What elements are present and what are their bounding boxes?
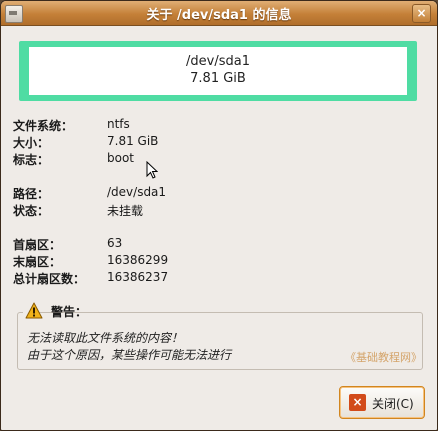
- warning-line-2: 由于这个原因，某些操作可能无法进行: [27, 348, 232, 362]
- close-button[interactable]: × 关闭(C): [339, 386, 425, 419]
- window-title: 关于 /dev/sda1 的信息: [146, 8, 292, 23]
- status-value: 未挂载: [107, 204, 144, 218]
- warning-header: 警告：: [23, 300, 87, 322]
- status-label: 状态：: [13, 204, 50, 218]
- partition-name: /dev/sda1: [186, 54, 250, 69]
- flags-value: boot: [107, 151, 135, 165]
- path-value: /dev/sda1: [107, 185, 167, 199]
- filesystem-label: 文件系统：: [13, 119, 74, 133]
- total-sectors-value: 16386237: [107, 270, 169, 284]
- partition-size: 7.81 GiB: [190, 71, 246, 86]
- path-label: 路径：: [13, 187, 50, 201]
- size-label: 大小：: [13, 136, 50, 150]
- flags-label: 标志：: [13, 153, 50, 167]
- watermark: 《基础教程网》: [345, 351, 422, 364]
- partition-graphic: /dev/sda1 7.81 GiB: [19, 41, 417, 101]
- window-close-button[interactable]: ×: [412, 4, 431, 23]
- title-bar[interactable]: 关于 /dev/sda1 的信息 ×: [1, 1, 437, 26]
- last-sector-label: 末扇区：: [13, 255, 62, 269]
- filesystem-value: ntfs: [107, 117, 130, 131]
- warning-icon: [25, 302, 43, 319]
- partition-graphic-inner: /dev/sda1 7.81 GiB: [29, 47, 407, 95]
- close-button-label: 关闭(C): [372, 397, 414, 411]
- first-sector-label: 首扇区：: [13, 238, 62, 252]
- mouse-pointer-icon: [146, 161, 158, 179]
- close-icon: ×: [349, 394, 366, 411]
- warning-title: 警告：: [51, 305, 88, 319]
- first-sector-value: 63: [107, 236, 123, 250]
- total-sectors-label: 总计扇区数：: [13, 272, 86, 286]
- size-value: 7.81 GiB: [107, 134, 159, 148]
- info-dialog: 关于 /dev/sda1 的信息 × /dev/sda1 7.81 GiB 文件…: [0, 0, 438, 431]
- last-sector-value: 16386299: [107, 253, 169, 267]
- warning-line-1: 无法读取此文件系统的内容！: [27, 331, 184, 345]
